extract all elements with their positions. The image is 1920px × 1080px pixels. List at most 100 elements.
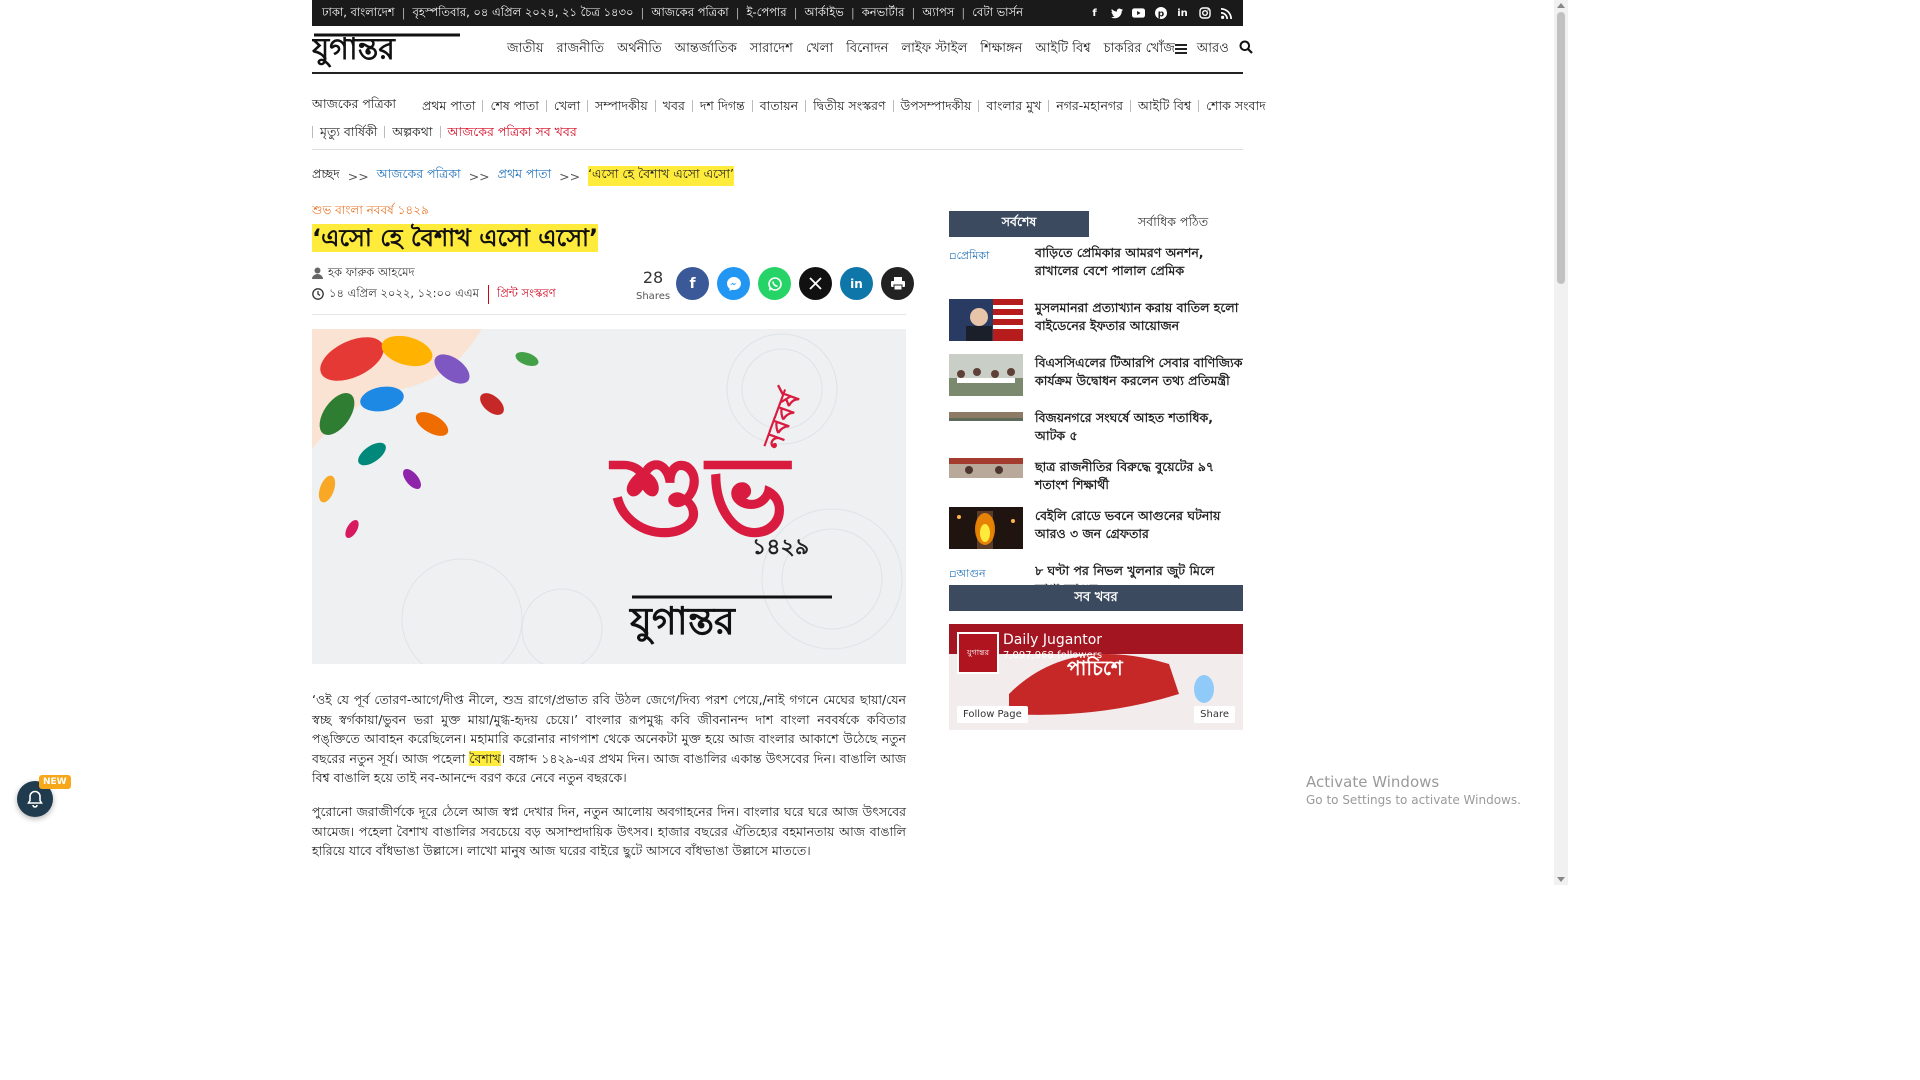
facebook-share-button[interactable]: Share <box>1194 706 1235 723</box>
twitter-icon[interactable] <box>1110 7 1123 20</box>
nav-national[interactable]: জাতীয় <box>507 39 544 60</box>
author-name[interactable]: হক ফারুক আহমেদ <box>328 264 415 283</box>
news-thumbnail[interactable] <box>949 299 1023 341</box>
article-kicker[interactable]: শুভ বাংলা নববর্ষ ১৪২৯ <box>312 202 429 222</box>
epaper-link[interactable]: ই-পেপার <box>747 4 787 23</box>
subnav-city[interactable]: নগর-মহানগর <box>1048 99 1130 112</box>
more-menu-button[interactable]: আরও <box>1197 39 1229 60</box>
clock-icon <box>312 288 324 300</box>
tab-latest[interactable]: সর্বশেষ <box>949 211 1089 237</box>
breadcrumb-separator: >> <box>559 168 581 184</box>
nav-international[interactable]: আন্তর্জাতিক <box>675 39 737 60</box>
nav-politics[interactable]: রাজনীতি <box>557 39 605 60</box>
hamburger-menu-icon[interactable] <box>1174 44 1187 54</box>
search-icon[interactable] <box>1239 40 1253 58</box>
subnav-news[interactable]: খবর <box>654 99 692 112</box>
news-item[interactable]: বিএসসিএলের টিআরপি সেবার বাণিজ্যিক কার্যক… <box>949 354 1243 396</box>
instagram-icon[interactable] <box>1198 7 1211 20</box>
facebook-page-widget[interactable]: যুগান্তর Daily Jugantor 7,097,968 follow… <box>949 624 1243 730</box>
news-item[interactable]: ছাত্র রাজনীতির বিরুদ্ধে বুয়েটের ৯৭ শতাং… <box>949 458 1243 494</box>
latest-news-list: ▫প্রেমিকা বাড়িতে প্রেমিকার আমরণ অনশন, র… <box>949 244 1243 617</box>
vertical-scrollbar[interactable] <box>1554 0 1568 885</box>
nav-education[interactable]: শিক্ষাঙ্গন <box>980 39 1022 60</box>
facebook-follow-button[interactable]: Follow Page <box>957 706 1028 723</box>
todays-paper-nav: আজকের পত্রিকা প্রথম পাতা শেষ পাতা খেলা স… <box>312 95 1266 150</box>
apps-link[interactable]: অ্যাপস <box>922 4 954 23</box>
scroll-down-arrow-icon[interactable] <box>1557 877 1565 882</box>
subnav-olpokotha[interactable]: অল্পকথা <box>384 125 439 138</box>
scrollbar-thumb[interactable] <box>1557 12 1565 284</box>
breadcrumb-todays-paper[interactable]: আজকের পত্রিকা <box>377 166 461 186</box>
pinterest-icon[interactable]: p <box>1154 7 1167 20</box>
share-count-number: 28 <box>642 268 664 287</box>
print-edition-link[interactable]: প্রিন্ট সংস্করণ <box>487 284 556 304</box>
subnav-editorial[interactable]: সম্পাদকীয় <box>587 99 655 112</box>
news-thumbnail[interactable] <box>949 409 1023 421</box>
news-item[interactable]: মুসলমানরা প্রত্যাখ্যান করায় বাতিল হলো ব… <box>949 299 1243 341</box>
share-linkedin-button[interactable]: in <box>840 267 873 300</box>
news-headline[interactable]: ছাত্র রাজনীতির বিরুদ্ধে বুয়েটের ৯৭ শতাং… <box>1035 458 1243 494</box>
article-body: ‘ওই যে পূর্ব তোরণ-আগে/দীপ্ত নীলে, শুভ্র … <box>312 690 906 861</box>
activate-windows-watermark: Activate Windows Go to Settings to activ… <box>1306 773 1521 807</box>
subnav-second-edition[interactable]: দ্বিতীয় সংস্করণ <box>805 99 892 112</box>
site-logo[interactable]: যুগান্তর <box>312 29 462 69</box>
facebook-page-logo[interactable]: যুগান্তর <box>957 632 999 674</box>
subnav-op-ed[interactable]: উপসম্পাদকীয় <box>892 99 979 112</box>
news-headline[interactable]: বেইলি রোডে ভবনে আগুনের ঘটনায় আরও ৩ জন গ… <box>1035 507 1243 549</box>
subnav-banglar-mukh[interactable]: বাংলার মুখ <box>978 99 1048 112</box>
news-thumbnail[interactable] <box>949 458 1023 478</box>
share-messenger-button[interactable] <box>717 267 750 300</box>
rss-icon[interactable] <box>1220 7 1233 20</box>
breadcrumb-home[interactable]: প্রচ্ছদ <box>312 166 340 186</box>
all-news-button[interactable]: সব খবর <box>949 585 1243 611</box>
nav-lifestyle[interactable]: লাইফ স্টাইল <box>901 39 967 60</box>
nav-it-world[interactable]: আইটি বিশ্ব <box>1035 39 1090 60</box>
broken-image-icon: ▫প্রেমিকা <box>949 249 990 262</box>
nav-sports[interactable]: খেলা <box>806 39 833 60</box>
breadcrumb-current: ‘এসো হে বৈশাখ এসো এসো’ <box>588 166 735 186</box>
header-right: আরও <box>1174 39 1253 60</box>
news-thumbnail[interactable] <box>949 507 1023 549</box>
subnav-death-anniversary[interactable]: মৃত্যু বার্ষিকী <box>312 125 384 138</box>
scroll-up-arrow-icon[interactable] <box>1557 3 1565 8</box>
subnav-all-news-link[interactable]: আজকের পত্রিকা সব খবর <box>439 125 584 138</box>
subnav-it-world[interactable]: আইটি বিশ্ব <box>1129 99 1198 112</box>
print-button[interactable] <box>881 267 914 300</box>
youtube-icon[interactable] <box>1132 7 1145 20</box>
subnav-dosh-digonto[interactable]: দশ দিগন্ত <box>691 99 752 112</box>
subnav-front-page[interactable]: প্রথম পাতা <box>422 99 482 112</box>
news-item[interactable]: বেইলি রোডে ভবনে আগুনের ঘটনায় আরও ৩ জন গ… <box>949 507 1243 549</box>
subnav-sports[interactable]: খেলা <box>545 99 587 112</box>
share-facebook-button[interactable]: f <box>676 267 709 300</box>
nav-country[interactable]: সারাদেশ <box>750 39 793 60</box>
news-item[interactable]: ▫প্রেমিকা বাড়িতে প্রেমিকার আমরণ অনশন, র… <box>949 244 1243 286</box>
nav-entertainment[interactable]: বিনোদন <box>846 39 888 60</box>
bell-icon <box>27 790 43 808</box>
highlighted-word: বৈশাখ <box>469 750 501 766</box>
news-item[interactable]: বিজয়নগরে সংঘর্ষে আহত শতাধিক, আটক ৫ <box>949 409 1243 445</box>
facebook-page-name[interactable]: Daily Jugantor <box>1003 632 1102 648</box>
new-badge: NEW <box>39 775 71 789</box>
nav-economy[interactable]: অর্থনীতি <box>617 39 662 60</box>
archive-link[interactable]: আর্কাইভ <box>804 4 843 23</box>
linkedin-icon[interactable]: in <box>1176 7 1189 20</box>
facebook-icon[interactable]: f <box>1088 7 1101 20</box>
share-whatsapp-button[interactable] <box>758 267 791 300</box>
todays-paper-link[interactable]: আজকের পত্রিকা <box>651 4 728 23</box>
breadcrumb-front-page[interactable]: প্রথম পাতা <box>498 166 551 186</box>
news-headline[interactable]: বাড়িতে প্রেমিকার আমরণ অনশন, রাখালের বেশ… <box>1035 244 1243 286</box>
news-headline[interactable]: বিজয়নগরে সংঘর্ষে আহত শতাধিক, আটক ৫ <box>1035 409 1243 445</box>
converter-link[interactable]: কনভার্টার <box>862 4 905 23</box>
news-headline[interactable]: বিএসসিএলের টিআরপি সেবার বাণিজ্যিক কার্যক… <box>1035 354 1243 396</box>
subnav-batayon[interactable]: বাতায়ন <box>751 99 805 112</box>
subnav-obituary[interactable]: শোক সংবাদ <box>1198 99 1273 112</box>
subnav-last-page[interactable]: শেষ পাতা <box>482 99 545 112</box>
nav-jobs[interactable]: চাকরির খোঁজ <box>1104 39 1175 60</box>
tab-most-read[interactable]: সর্বাধিক পঠিত <box>1103 211 1243 237</box>
news-headline[interactable]: মুসলমানরা প্রত্যাখ্যান করায় বাতিল হলো ব… <box>1035 299 1243 341</box>
beta-version-link[interactable]: বেটা ভার্সন <box>972 4 1023 23</box>
news-thumbnail[interactable]: ▫প্রেমিকা <box>949 244 1023 286</box>
news-thumbnail[interactable] <box>949 354 1023 396</box>
share-x-button[interactable] <box>799 267 832 300</box>
svg-text:১৪২৯: ১৪২৯ <box>752 535 809 560</box>
